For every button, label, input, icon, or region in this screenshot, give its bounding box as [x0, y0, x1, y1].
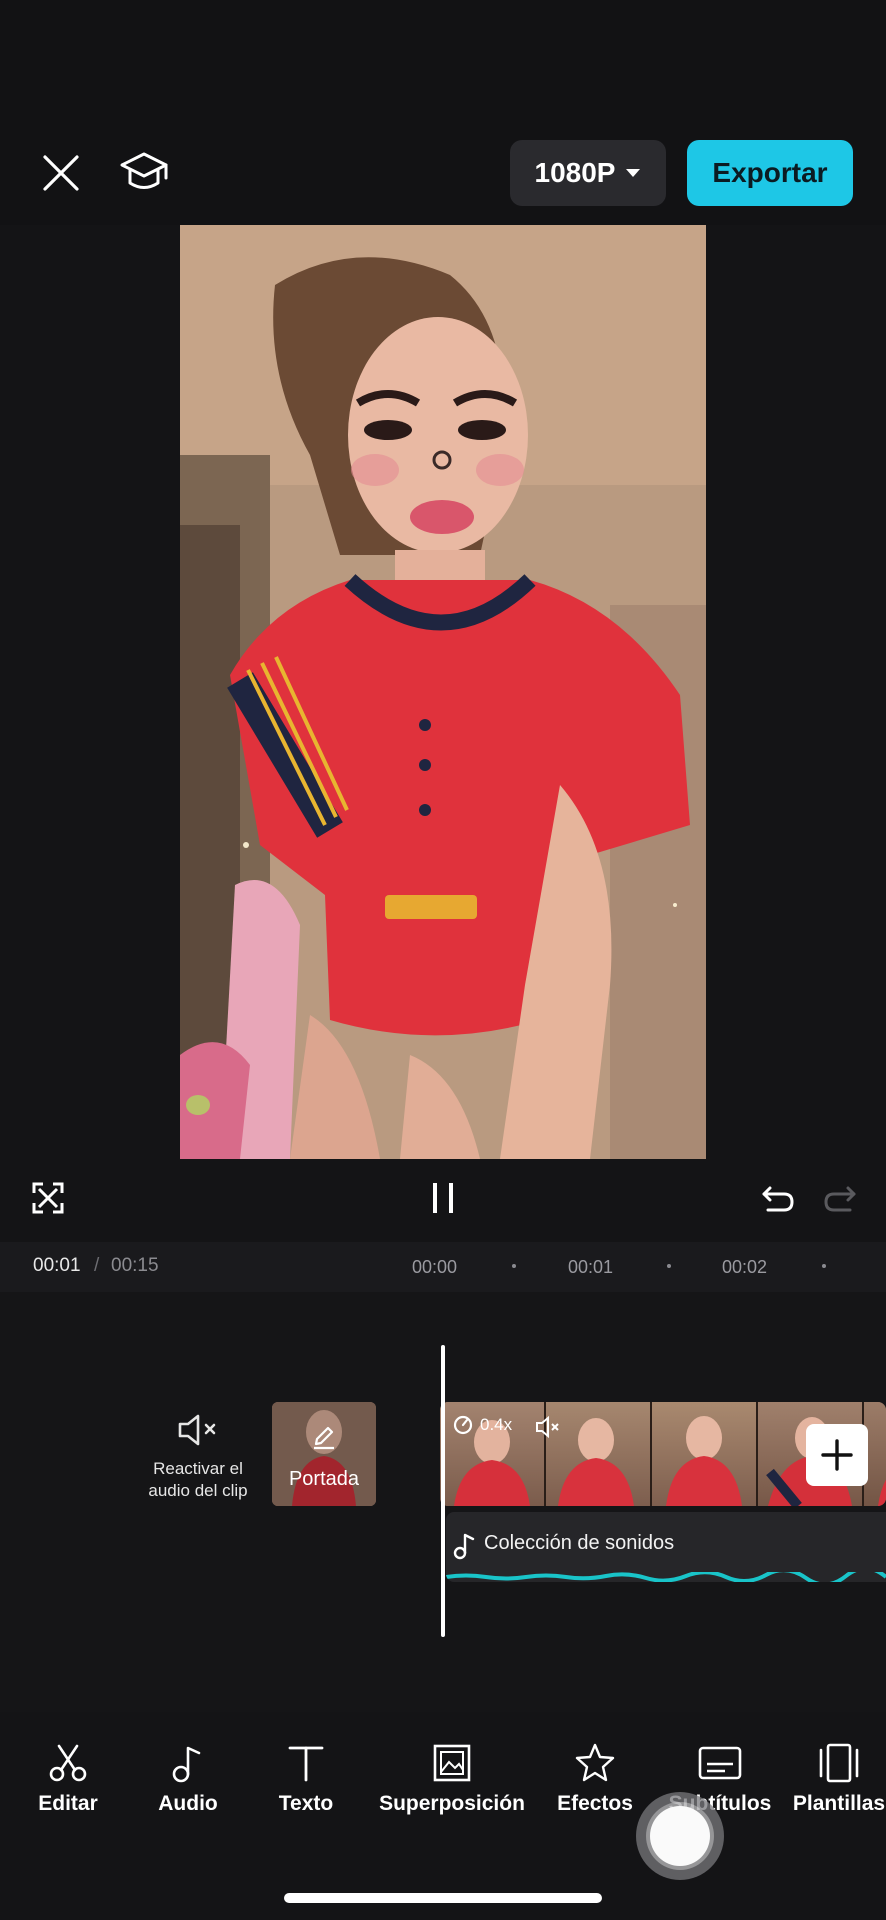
resolution-selector[interactable]: 1080P: [510, 140, 666, 206]
tool-label: Texto: [278, 1792, 334, 1815]
tool-label: Superposición: [379, 1792, 525, 1815]
video-preview[interactable]: [180, 225, 706, 1159]
tool-efectos[interactable]: Efectos: [553, 1742, 637, 1816]
tool-editar[interactable]: Editar: [30, 1742, 106, 1816]
top-bar: 1080P Exportar: [0, 0, 886, 225]
pause-button[interactable]: [423, 1178, 463, 1218]
tool-label: Plantillas: [792, 1792, 886, 1815]
tool-superposicion[interactable]: Superposición: [374, 1742, 530, 1816]
video-editor-app: 1080P Exportar 00:01 / 00:15 00:00 00:01…: [0, 0, 886, 1920]
ruler-dot: [667, 1264, 671, 1268]
video-frame-image: [180, 225, 706, 1159]
overlay-icon: [433, 1744, 471, 1782]
tool-label: Audio: [158, 1792, 218, 1815]
add-clip-button[interactable]: [806, 1424, 868, 1486]
clip-frame: [546, 1402, 652, 1506]
text-icon: [288, 1746, 324, 1782]
assistive-touch-inner: [650, 1806, 710, 1866]
redo-button[interactable]: [818, 1178, 862, 1218]
cover-button[interactable]: Portada: [272, 1402, 376, 1506]
assistive-touch-button[interactable]: [636, 1792, 724, 1880]
tool-audio[interactable]: Audio: [152, 1742, 224, 1816]
captions-icon: [698, 1746, 742, 1780]
playback-controls: [0, 1160, 886, 1242]
audio-waveform: [446, 1572, 886, 1582]
current-time: 00:01: [33, 1255, 81, 1276]
export-label: Exportar: [712, 157, 828, 188]
ruler-tick: 00:02: [722, 1257, 768, 1277]
templates-icon: [819, 1743, 859, 1783]
fullscreen-button[interactable]: [28, 1178, 68, 1218]
audio-track-label: Colección de sonidos: [484, 1532, 675, 1554]
speed-label: 0.4x: [480, 1415, 513, 1434]
close-button[interactable]: [38, 150, 84, 196]
undo-icon: [762, 1186, 794, 1212]
undo-button[interactable]: [756, 1178, 800, 1218]
caret-down-icon: [626, 169, 641, 177]
clip-frame: [652, 1402, 758, 1506]
music-note-icon: [453, 1533, 475, 1560]
tool-label: Editar: [38, 1792, 98, 1815]
mute-clip-label: Reactivar el audio del clip: [148, 1459, 248, 1500]
effects-star-icon: [575, 1743, 615, 1782]
pause-icon: [433, 1183, 453, 1213]
tool-label: Efectos: [557, 1792, 633, 1815]
ruler-dot: [822, 1264, 826, 1268]
cover-label: Portada: [288, 1468, 360, 1490]
audio-track[interactable]: Colección de sonidos: [446, 1512, 886, 1582]
scissors-icon: [49, 1744, 87, 1782]
redo-icon: [824, 1186, 856, 1212]
ruler-tick: 00:01: [568, 1257, 614, 1277]
graduation-cap-icon: [120, 152, 168, 189]
tool-texto[interactable]: Texto: [272, 1742, 340, 1816]
resolution-label: 1080P: [534, 157, 616, 188]
fullscreen-icon: [32, 1182, 64, 1214]
export-button[interactable]: Exportar: [687, 140, 853, 206]
plus-icon: [821, 1439, 853, 1471]
close-icon: [43, 155, 79, 191]
ruler-tick: 00:00: [412, 1257, 458, 1277]
tutorial-button[interactable]: [116, 148, 172, 198]
speed-badge: 0.4x: [452, 1414, 512, 1436]
speed-gauge-icon: [453, 1415, 473, 1435]
speaker-muted-icon: [178, 1414, 216, 1446]
total-time: 00:15: [111, 1255, 159, 1276]
music-note-icon: [172, 1746, 201, 1783]
time-ruler: 00:01 / 00:15 00:00 00:01 00:02: [0, 1242, 886, 1292]
ruler-dot: [512, 1264, 516, 1268]
mute-clip-audio-button[interactable]: Reactivar el audio del clip: [138, 1412, 258, 1512]
tool-plantillas[interactable]: Plantillas: [792, 1742, 886, 1816]
time-separator: /: [94, 1255, 100, 1276]
playhead[interactable]: [441, 1345, 445, 1637]
clip-muted-icon: [536, 1416, 559, 1438]
home-indicator[interactable]: [284, 1893, 602, 1903]
edit-pencil-icon: [314, 1426, 334, 1450]
